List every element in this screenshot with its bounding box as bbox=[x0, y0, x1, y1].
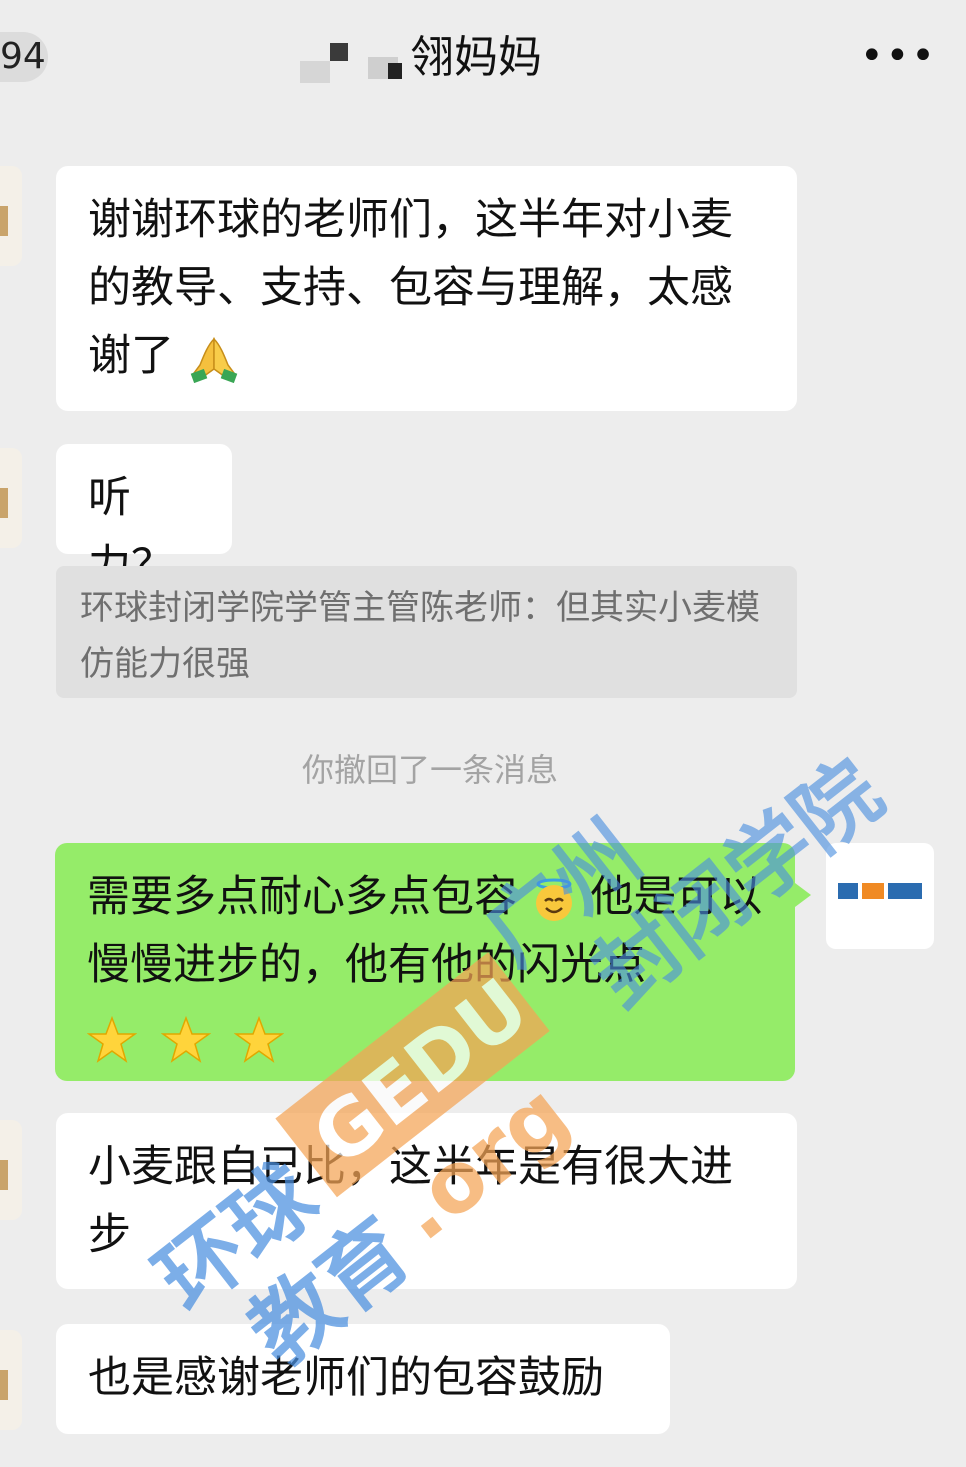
star-icon bbox=[234, 1015, 285, 1063]
my-message-bubble[interactable]: 需要多点耐心多点包容 他是可以慢慢进步的，他有他的闪光点 bbox=[55, 843, 811, 1081]
message-bubble[interactable]: 谢谢环球的老师们，这半年对小麦的教导、支持、包容与理解，太感谢了 bbox=[56, 166, 797, 411]
blurred-name-prefix bbox=[300, 35, 402, 85]
chat-header: 94 翎妈妈 ••• bbox=[0, 0, 966, 118]
message-text: 也是感谢老师们的包容鼓励 bbox=[88, 1353, 604, 1403]
folded-hands-icon bbox=[190, 336, 237, 383]
message-text: 小麦跟自已比，这半年是有很大进步 bbox=[88, 1142, 733, 1260]
star-icon bbox=[87, 1015, 137, 1063]
message-bubble[interactable]: 小麦跟自已比，这半年是有很大进步 bbox=[56, 1113, 797, 1289]
smiling-face-with-halo-icon bbox=[535, 878, 572, 921]
contact-avatar[interactable] bbox=[0, 166, 22, 266]
back-button-unread-count[interactable]: 94 bbox=[0, 32, 48, 82]
logo-block bbox=[838, 883, 858, 899]
contact-avatar[interactable] bbox=[0, 1120, 22, 1220]
quoted-reply[interactable]: 环球封闭学院学管主管陈老师：但其实小麦模仿能力很强 bbox=[56, 566, 797, 698]
message-bubble[interactable]: 也是感谢老师们的包容鼓励 bbox=[56, 1324, 670, 1434]
stars-row bbox=[87, 1003, 763, 1063]
star-icon bbox=[160, 1015, 211, 1063]
chat-title: 翎妈妈 bbox=[300, 28, 542, 88]
contact-avatar[interactable] bbox=[0, 1330, 22, 1430]
contact-avatar[interactable] bbox=[0, 448, 22, 548]
more-options-button[interactable]: ••• bbox=[860, 36, 935, 76]
quoted-text: 环球封闭学院学管主管陈老师：但其实小麦模仿能力很强 bbox=[80, 588, 760, 684]
my-avatar[interactable] bbox=[826, 843, 934, 949]
message-bubble[interactable]: 听力？ bbox=[56, 444, 232, 591]
message-text: 谢谢环球的老师们，这半年对小麦的教导、支持、包容与理解，太感谢了 bbox=[88, 195, 733, 381]
recall-notice: 你撤回了一条消息 bbox=[301, 751, 558, 789]
chat-title-text: 翎妈妈 bbox=[410, 32, 542, 83]
logo-block bbox=[888, 883, 922, 899]
logo-block bbox=[862, 883, 884, 899]
message-text-part-1: 需要多点耐心多点包容 bbox=[87, 872, 517, 922]
